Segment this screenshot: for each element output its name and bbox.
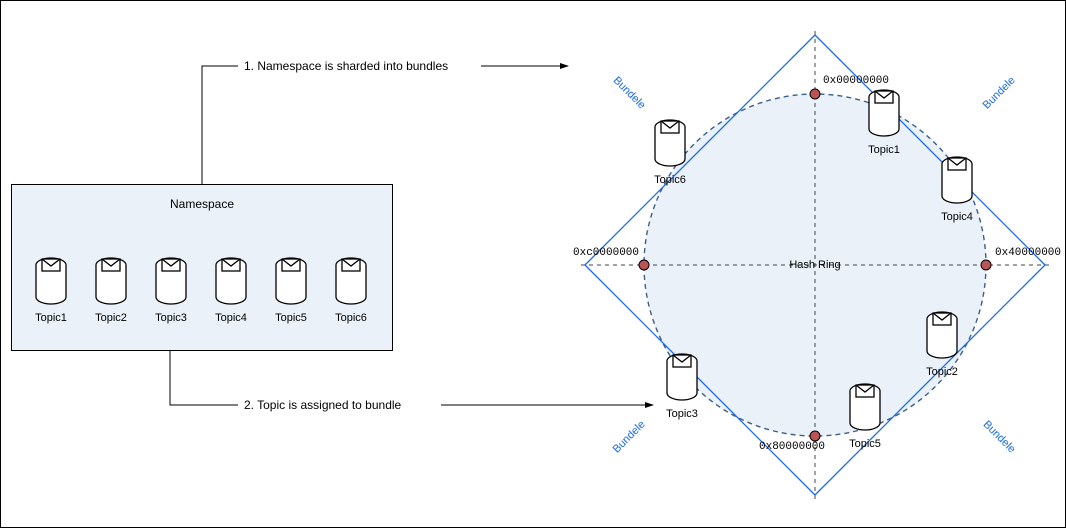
hash-left: 0xc0000000 bbox=[573, 247, 639, 259]
topic-icon bbox=[649, 119, 691, 169]
ring-topic-2: Topic2 bbox=[921, 311, 963, 381]
topic-icon bbox=[863, 89, 905, 139]
topic-label: Topic2 bbox=[921, 366, 963, 378]
topic-label: Topic1 bbox=[863, 144, 905, 156]
topic-label: Topic4 bbox=[936, 211, 978, 223]
hash-right: 0x40000000 bbox=[995, 247, 1061, 259]
topic-icon bbox=[921, 311, 963, 361]
hash-ring-label: Hash Ring bbox=[789, 259, 841, 271]
overlay-svg bbox=[1, 1, 1066, 528]
topic-icon bbox=[661, 353, 703, 403]
diagram-canvas: Namespace Topic1 Topic2 bbox=[0, 0, 1066, 528]
ring-topic-4: Topic4 bbox=[936, 156, 978, 226]
ring-topic-1: Topic1 bbox=[863, 89, 905, 159]
hash-bottom: 0x80000000 bbox=[759, 441, 825, 453]
topic-label: Topic5 bbox=[844, 438, 886, 450]
hash-top: 0x00000000 bbox=[823, 75, 889, 87]
topic-label: Topic3 bbox=[661, 408, 703, 420]
ring-topic-3: Topic3 bbox=[661, 353, 703, 423]
topic-label: Topic6 bbox=[649, 174, 691, 186]
ring-topic-6: Topic6 bbox=[649, 119, 691, 189]
topic-icon bbox=[844, 383, 886, 433]
topic-icon bbox=[936, 156, 978, 206]
ring-topic-5: Topic5 bbox=[844, 383, 886, 453]
